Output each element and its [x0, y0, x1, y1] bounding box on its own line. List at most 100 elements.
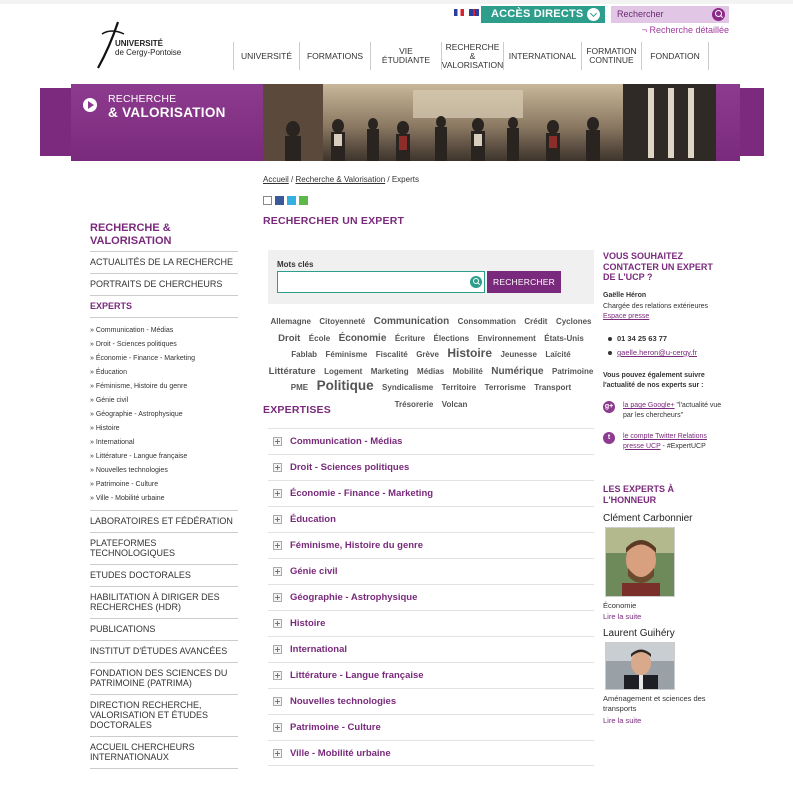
acces-directs-button[interactable]: ACCÈS DIRECTS — [481, 6, 605, 23]
tag-link[interactable]: Communication — [374, 316, 450, 327]
expertise-item[interactable]: Histoire — [268, 610, 594, 636]
top-search-input[interactable]: Rechercher — [611, 6, 729, 23]
expand-icon[interactable] — [273, 515, 282, 524]
tag-link[interactable]: Logement — [324, 367, 362, 376]
search-icon[interactable] — [712, 8, 725, 21]
sidebar-subitem[interactable]: » Patrimoine - Culture — [90, 478, 238, 492]
sidebar-item-plateformes[interactable]: PLATEFORMES TECHNOLOGIQUES — [90, 532, 238, 564]
expertise-item[interactable]: Droit - Sciences politiques — [268, 454, 594, 480]
tag-link[interactable]: Trésorerie — [395, 400, 434, 409]
french-flag-icon[interactable] — [454, 9, 464, 17]
expertise-item[interactable]: Économie - Finance - Marketing — [268, 480, 594, 506]
sidebar-subitem[interactable]: » International — [90, 436, 238, 450]
expand-icon[interactable] — [273, 489, 282, 498]
tag-link[interactable]: Droit — [278, 333, 300, 344]
tag-link[interactable]: Grève — [416, 350, 439, 359]
expand-icon[interactable] — [273, 619, 282, 628]
english-flag-icon[interactable] — [468, 9, 479, 17]
expand-icon[interactable] — [273, 463, 282, 472]
tag-link[interactable]: Élections — [434, 334, 470, 343]
search-icon[interactable] — [470, 276, 482, 288]
tag-link[interactable]: Cyclones — [556, 317, 592, 326]
expand-icon[interactable] — [273, 723, 282, 732]
expand-icon[interactable] — [273, 748, 282, 758]
expertise-item[interactable]: Communication - Médias — [268, 428, 594, 454]
expert-photo[interactable] — [605, 642, 675, 690]
read-more-link[interactable]: Lire la suite — [603, 716, 641, 725]
expertise-item[interactable]: Géographie - Astrophysique — [268, 584, 594, 610]
sidebar-item-etudes-doctorales[interactable]: ETUDES DOCTORALES — [90, 564, 238, 586]
press-link[interactable]: Espace presse — [603, 313, 649, 320]
tag-link[interactable]: Numérique — [491, 366, 543, 377]
tag-link[interactable]: Allemagne — [270, 317, 310, 326]
tag-link[interactable]: École — [309, 334, 330, 343]
expertise-item[interactable]: Nouvelles technologies — [268, 688, 594, 714]
tag-link[interactable]: Médias — [417, 367, 444, 376]
sidebar-subitem[interactable]: » Nouvelles technologies — [90, 464, 238, 478]
keyword-input[interactable] — [277, 271, 485, 293]
nav-formations[interactable]: FORMATIONS — [299, 42, 370, 70]
expert-name[interactable]: Clément Carbonnier — [603, 513, 693, 524]
expertise-item[interactable]: Littérature - Langue française — [268, 662, 594, 688]
expert-photo[interactable] — [605, 527, 675, 597]
sidebar-subitem[interactable]: » Économie - Finance - Marketing — [90, 352, 238, 366]
sidebar-item-direction[interactable]: DIRECTION RECHERCHE, VALORISATION ET ÉTU… — [90, 694, 238, 736]
nav-recherche-valorisation[interactable]: RECHERCHE & VALORISATION — [441, 42, 503, 70]
expand-icon[interactable] — [273, 437, 282, 446]
tag-link[interactable]: Histoire — [447, 346, 492, 360]
expand-icon[interactable] — [273, 593, 282, 602]
twitter-bird-icon[interactable]: t — [603, 432, 615, 444]
sidebar-item-actualites[interactable]: ACTUALITÉS DE LA RECHERCHE — [90, 251, 238, 273]
tag-link[interactable]: Fablab — [291, 350, 317, 359]
expertise-item[interactable]: Ville - Mobilité urbaine — [268, 740, 594, 766]
sidebar-subitem[interactable]: » Génie civil — [90, 394, 238, 408]
read-more-link[interactable]: Lire la suite — [603, 612, 641, 621]
tag-link[interactable]: Féminisme — [325, 350, 367, 359]
sidebar-item-portraits[interactable]: PORTRAITS DE CHERCHEURS — [90, 273, 238, 295]
expand-icon[interactable] — [273, 671, 282, 680]
sidebar-subitem[interactable]: » Droit - Sciences politiques — [90, 338, 238, 352]
tag-link[interactable]: PME — [291, 383, 308, 392]
tag-link[interactable]: Écriture — [395, 334, 425, 343]
sidebar-subitem[interactable]: » Histoire — [90, 422, 238, 436]
sidebar-subitem[interactable]: » Éducation — [90, 366, 238, 380]
nav-fondation[interactable]: FONDATION — [641, 42, 709, 70]
expert-name[interactable]: Laurent Guihéry — [603, 628, 675, 639]
tag-link[interactable]: Syndicalisme — [382, 383, 433, 392]
tag-link[interactable]: Marketing — [371, 367, 409, 376]
mail-icon[interactable] — [263, 196, 272, 205]
expand-icon[interactable] — [273, 697, 282, 706]
tag-link[interactable]: Économie — [339, 333, 387, 344]
sidebar-subitem[interactable]: » Féminisme, Histoire du genre — [90, 380, 238, 394]
expertise-item[interactable]: Éducation — [268, 506, 594, 532]
expertise-item[interactable]: Génie civil — [268, 558, 594, 584]
tag-link[interactable]: Terrorisme — [485, 383, 526, 392]
nav-international[interactable]: INTERNATIONAL — [503, 42, 581, 70]
tag-link[interactable]: États-Unis — [544, 334, 584, 343]
tag-link[interactable]: Mobilité — [453, 367, 483, 376]
sidebar-subitem[interactable]: » Communication - Médias — [90, 324, 238, 338]
tag-link[interactable]: Patrimoine — [552, 367, 593, 376]
tag-link[interactable]: Jeunesse — [500, 350, 536, 359]
sidebar-item-publications[interactable]: PUBLICATIONS — [90, 618, 238, 640]
expand-icon[interactable] — [273, 645, 282, 654]
recherche-detaillee-link[interactable]: ¬ Recherche détaillée — [642, 25, 729, 35]
tag-link[interactable]: Volcan — [442, 400, 468, 409]
expertise-item[interactable]: Féminisme, Histoire du genre — [268, 532, 594, 558]
expertise-item[interactable]: Patrimoine - Culture — [268, 714, 594, 740]
tag-link[interactable]: Laïcité — [545, 350, 570, 359]
sidebar-item-patrima[interactable]: FONDATION DES SCIENCES DU PATRIMOINE (PA… — [90, 662, 238, 694]
nav-vie-etudiante[interactable]: VIE ÉTUDIANTE — [370, 42, 441, 70]
tag-link[interactable]: Consommation — [458, 317, 516, 326]
tag-link[interactable]: Fiscalité — [376, 350, 408, 359]
share-icon[interactable] — [299, 196, 308, 205]
sidebar-item-experts[interactable]: EXPERTS — [90, 295, 238, 317]
tag-link[interactable]: Transport — [534, 383, 571, 392]
google-plus-icon[interactable]: g+ — [603, 401, 615, 413]
expand-icon[interactable] — [273, 541, 282, 550]
breadcrumb-section[interactable]: Recherche & Valorisation — [295, 175, 385, 184]
sidebar-item-laboratoires[interactable]: LABORATOIRES ET FÉDÉRATION — [90, 510, 238, 532]
sidebar-subitem[interactable]: » Ville - Mobilité urbaine — [90, 492, 238, 506]
sidebar-item-hdr[interactable]: HABILITATION À DIRIGER DES RECHERCHES (H… — [90, 586, 238, 618]
tag-link[interactable]: Citoyenneté — [319, 317, 365, 326]
